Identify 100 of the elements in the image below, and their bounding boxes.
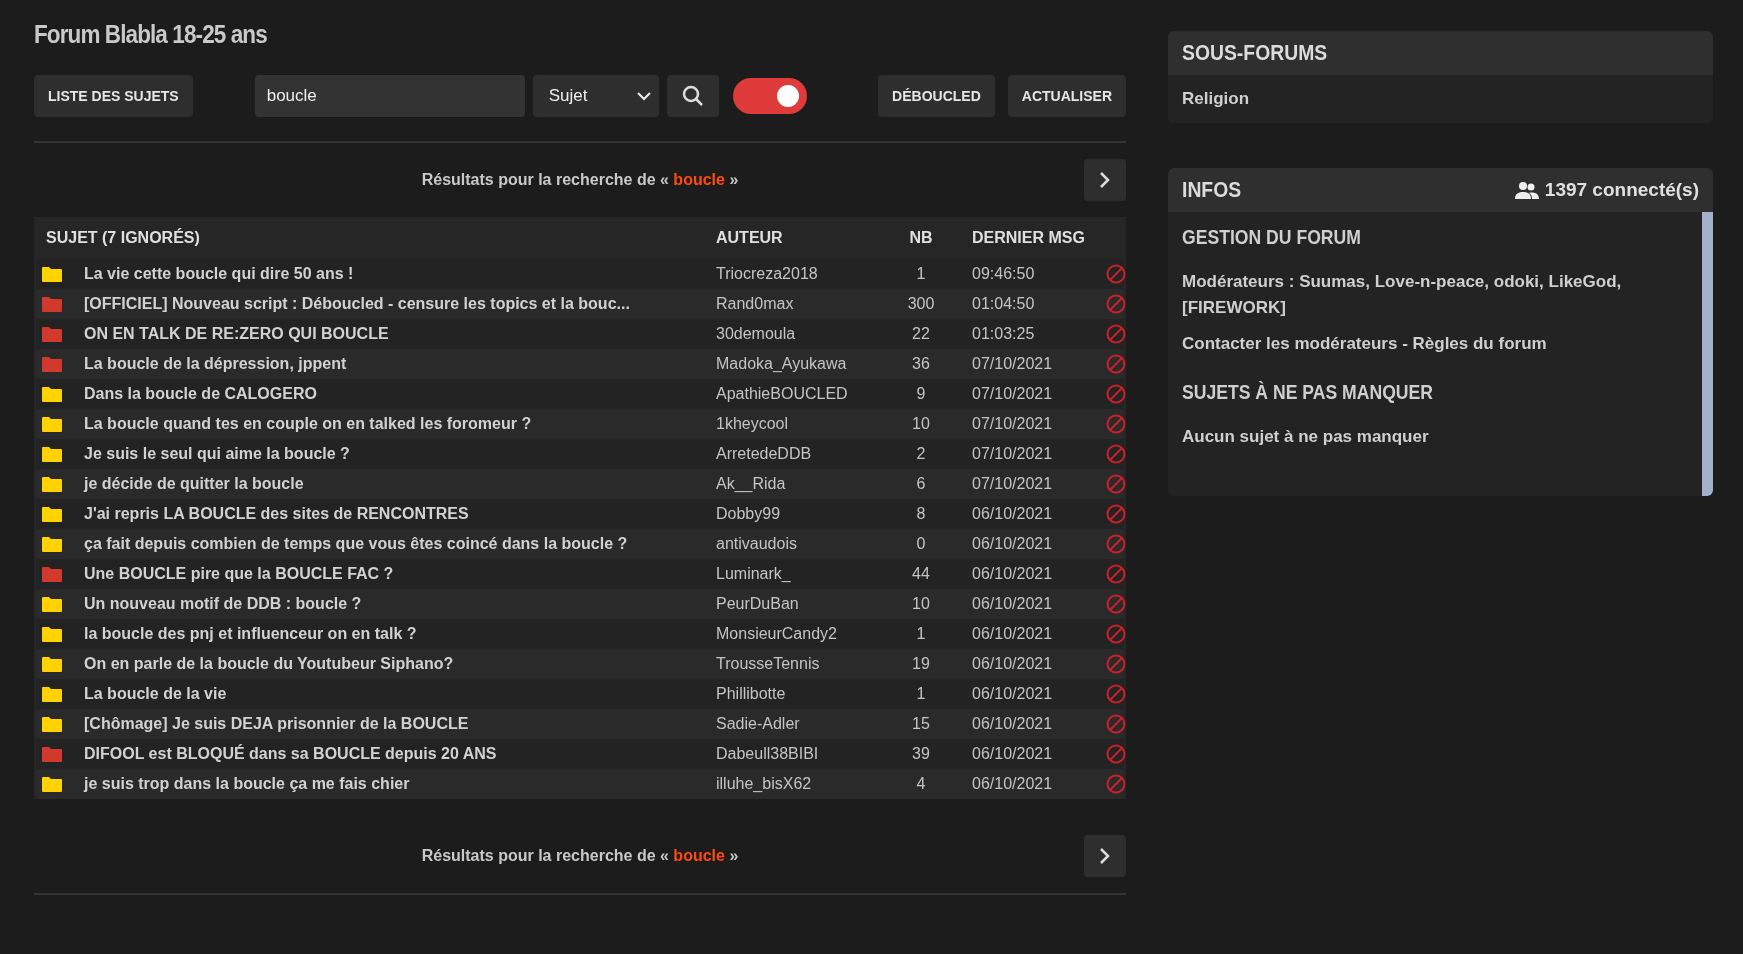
author-cell-text: Madoka_Ayukawa	[716, 355, 848, 373]
ban-icon[interactable]	[1106, 294, 1126, 314]
author-cell-text: ApathieBOUCLED	[716, 385, 849, 403]
forum-title: Forum Blabla 18-25 ans	[34, 20, 267, 49]
ban-icon[interactable]	[1106, 414, 1126, 434]
count-cell-text: 39	[911, 745, 931, 763]
ban-icon[interactable]	[1106, 504, 1126, 524]
author-cell-text: Sadie-Adler	[716, 715, 801, 733]
toolbar-button[interactable]: DÉBOUCLED	[878, 75, 995, 117]
topic-link[interactable]: [OFFICIEL] Nouveau script : Déboucled - censure les topics et la bouc...	[84, 295, 716, 313]
author-cell-text: illuhe_bisX62	[716, 775, 813, 793]
column-header: SUJET (7 IGNORÉS)	[45, 229, 201, 247]
topic-link[interactable]: ça fait depuis combien de temps que vous êtes coincé dans la boucle ?	[84, 535, 716, 553]
ban-icon[interactable]	[1106, 744, 1126, 764]
author-cell-text: Ak__Rida	[716, 475, 787, 493]
next-page-button[interactable]	[1084, 835, 1126, 877]
ban-icon[interactable]	[1106, 654, 1126, 674]
topic-link[interactable]: Un nouveau motif de DDB : boucle ?	[84, 595, 716, 613]
date-cell-text: 06/10/2021	[971, 595, 1054, 613]
topic-link[interactable]: La boucle de la vie	[84, 685, 716, 703]
scrollbar[interactable]	[1702, 212, 1713, 496]
caret-icon	[636, 91, 651, 101]
author-cell-text: Rand0max	[716, 295, 795, 313]
panel-title: SOUS-FORUMS	[1182, 40, 1328, 66]
topic-link[interactable]: la boucle des pnj et influenceur on en talk ?	[84, 625, 716, 643]
date-cell-text: 07/10/2021	[971, 475, 1054, 493]
author-cell-text: Luminark_	[716, 565, 792, 583]
date-cell-text: 06/10/2021	[971, 625, 1054, 643]
topic-link[interactable]: La boucle de la dépression, jppent	[84, 355, 716, 373]
author-cell-text: 30demoula	[716, 325, 797, 343]
ban-icon[interactable]	[1106, 474, 1126, 494]
ban-icon[interactable]	[1106, 594, 1126, 614]
date-cell-text: 06/10/2021	[971, 655, 1054, 673]
ban-icon[interactable]	[1106, 384, 1126, 404]
count-cell-text: 300	[906, 295, 936, 313]
author-cell-text: TrousseTennis	[716, 655, 821, 673]
topic-link[interactable]: J'ai repris LA BOUCLE des sites de RENCONTRES	[84, 505, 716, 523]
topic-link[interactable]: Dans la boucle de CALOGERO	[84, 385, 716, 403]
count-cell-text: 8	[915, 505, 927, 523]
toggle-switch[interactable]	[732, 78, 807, 114]
ban-icon[interactable]	[1106, 684, 1126, 704]
topic-link[interactable]: La vie cette boucle qui dire 50 ans !	[84, 265, 716, 283]
topic-link[interactable]: Je suis le seul qui aime la boucle ?	[84, 445, 716, 463]
info-text: Contacter les modérateurs - Règles du forum	[1182, 333, 1548, 355]
date-cell-text: 06/10/2021	[971, 535, 1054, 553]
next-page-button[interactable]	[1084, 159, 1126, 201]
chevron-right-icon	[1099, 171, 1111, 189]
topic-list-button[interactable]: LISTE DES SUJETS	[34, 75, 193, 117]
ban-icon[interactable]	[1106, 534, 1126, 554]
section-heading: SUJETS À NE PAS MANQUER	[1182, 381, 1434, 404]
date-cell-text: 06/10/2021	[971, 715, 1054, 733]
author-cell-text: antivaudois	[716, 535, 798, 553]
info-text: Aucun sujet à ne pas manquer	[1182, 426, 1430, 448]
author-cell-text: PeurDuBan	[716, 595, 800, 613]
author-cell-text: Triocreza2018	[716, 265, 819, 283]
subforum-link[interactable]: Religion	[1182, 89, 1699, 109]
count-cell-text: 19	[911, 655, 931, 673]
toolbar-button[interactable]: ACTUALISER	[1007, 75, 1126, 117]
author-cell-text: MonsieurCandy2	[716, 625, 838, 643]
count-cell-text: 0	[915, 535, 927, 553]
ban-icon[interactable]	[1106, 264, 1126, 284]
ban-icon[interactable]	[1106, 774, 1126, 794]
users-icon	[1514, 181, 1539, 199]
ban-icon[interactable]	[1106, 324, 1126, 344]
topic-link[interactable]: ON EN TALK DE RE:ZERO QUI BOUCLE	[84, 325, 716, 343]
count-cell-text: 10	[911, 595, 931, 613]
topic-link[interactable]: je suis trop dans la boucle ça me fais chier	[84, 775, 716, 793]
date-cell-text: 07/10/2021	[971, 355, 1054, 373]
date-cell-text: 07/10/2021	[971, 385, 1054, 403]
date-cell-text: 06/10/2021	[971, 745, 1054, 763]
ban-icon[interactable]	[1106, 564, 1126, 584]
count-cell-text: 44	[911, 565, 931, 583]
topic-link[interactable]: [Chômage] Je suis DEJA prisonnier de la BOUCLE	[84, 715, 716, 733]
count-cell-text: 1	[915, 625, 927, 643]
date-cell-text: 07/10/2021	[971, 445, 1054, 463]
search-field[interactable]: boucle	[254, 75, 525, 117]
topic-link[interactable]: La boucle quand tes en couple on en talked les foromeur ?	[84, 415, 716, 433]
topic-link[interactable]: DIFOOL est BLOQUÉ dans sa BOUCLE depuis 20 ANS	[84, 745, 716, 763]
count-cell-text: 6	[915, 475, 927, 493]
chevron-right-icon	[1099, 847, 1111, 865]
count-cell-text: 1	[915, 685, 927, 703]
ban-icon[interactable]	[1106, 714, 1126, 734]
topic-link[interactable]: On en parle de la boucle du Youtubeur Siphano?	[84, 655, 716, 673]
date-cell-text: 06/10/2021	[971, 775, 1054, 793]
ban-icon[interactable]	[1106, 354, 1126, 374]
count-cell-text: 1	[915, 265, 927, 283]
topic-link[interactable]: je décide de quitter la boucle	[84, 475, 716, 493]
ban-icon[interactable]	[1106, 444, 1126, 464]
author-cell-text: Phillibotte	[716, 685, 787, 703]
search-button[interactable]	[666, 75, 719, 117]
section-heading: GESTION DU FORUM	[1182, 226, 1362, 249]
search-type-select[interactable]: Sujet	[532, 75, 659, 117]
column-header: NB	[908, 229, 934, 247]
search-results-text: Résultats pour la recherche de « boucle »	[421, 847, 739, 865]
author-cell-text: 1kheycool	[716, 415, 790, 433]
count-cell-text: 10	[911, 415, 931, 433]
count-cell-text: 4	[915, 775, 927, 793]
count-cell-text: 22	[911, 325, 931, 343]
topic-link[interactable]: Une BOUCLE pire que la BOUCLE FAC ?	[84, 565, 716, 583]
ban-icon[interactable]	[1106, 624, 1126, 644]
